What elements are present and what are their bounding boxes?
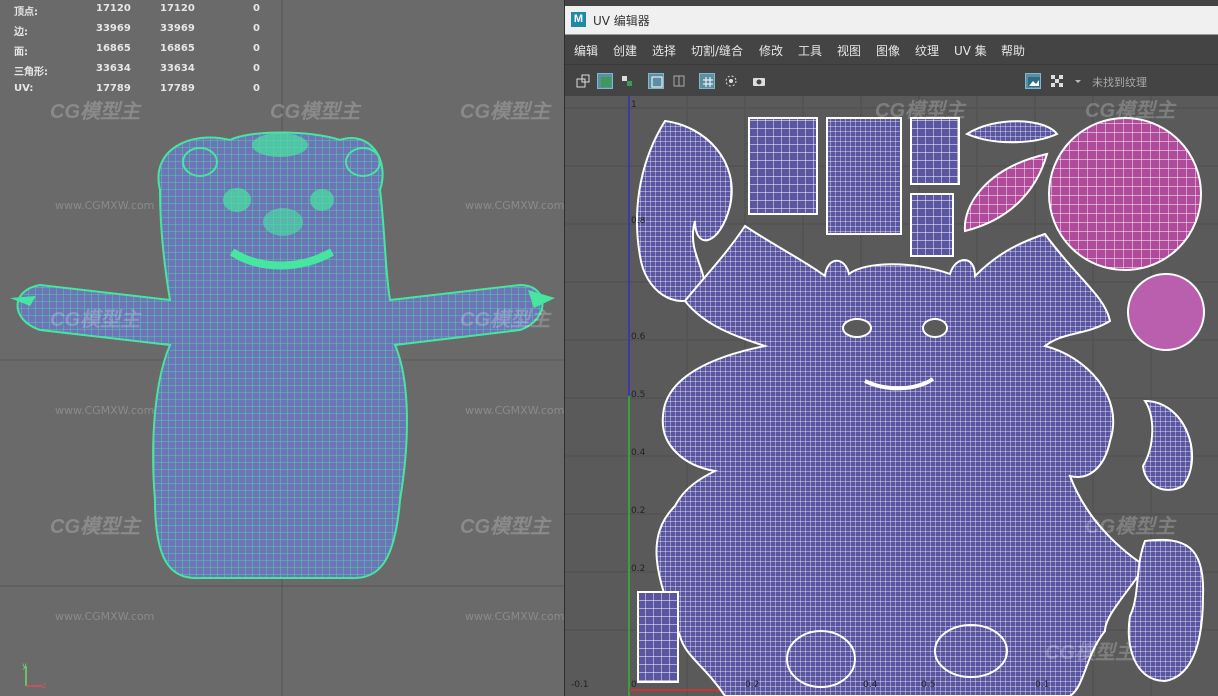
menu-edit[interactable]: 编辑 [574,42,598,59]
svg-text:z: z [42,681,46,690]
watermark-url: www.CGMXW.com [55,404,155,417]
menu-create[interactable]: 创建 [613,42,637,59]
watermark: CG模型主 [50,516,140,538]
ruler-v-label: 0.5 [631,390,646,400]
watermark: CG模型主 [460,101,550,123]
uv-canvas[interactable]: 1 0.8 0.6 0.5 0.4 0.2 0.2 -0.1 0 0.2 0.4… [565,96,1218,696]
maya-logo-icon: M [571,12,586,27]
ruler-v-label: 0.2 [631,564,646,574]
uv-shell-paw[interactable] [1141,399,1193,491]
ruler-v-label: 0.8 [631,216,646,226]
menu-bar: 编辑 创建 选择 切割/缝合 修改 工具 视图 图像 纹理 UV 集 帮助 [565,35,1218,63]
menu-uv-sets[interactable]: UV 集 [954,42,987,59]
uv-shell-sole[interactable] [934,624,1008,678]
uv-shell-circle[interactable] [1048,117,1202,271]
uv-distortion-icon[interactable] [597,73,613,89]
menu-modify[interactable]: 修改 [759,42,783,59]
pixel-snap-icon[interactable] [699,73,715,89]
uv-layout[interactable] [565,96,1218,696]
uv-shell-rect[interactable] [826,117,902,235]
texture-status-text: 未找到纹理 [1092,76,1147,89]
menu-textures[interactable]: 纹理 [915,42,939,59]
watermark: CG模型主 [460,516,550,538]
ruler-u-label: 0.4 [863,680,878,690]
uv-hole-eye [922,318,948,338]
window-title-bar[interactable]: M UV 编辑器 [565,6,1218,35]
watermark: CG模型主 [460,309,550,331]
uv-shells[interactable] [636,117,1205,696]
menu-help[interactable]: 帮助 [1001,42,1025,59]
ruler-u-label: 0.1 [1035,680,1050,690]
watermark: CG模型主 [1085,516,1175,538]
watermark: CG模型主 [875,100,965,122]
grid-toggle-icon[interactable] [671,73,687,89]
watermark: CG模型主 [1045,642,1135,664]
uv-shell-rect[interactable] [910,117,960,185]
ruler-u-label: 0.2 [745,680,760,690]
watermark-url: www.CGMXW.com [55,199,155,212]
menu-image[interactable]: 图像 [876,42,900,59]
image-display-icon[interactable] [1025,73,1041,89]
menu-select[interactable]: 选择 [652,42,676,59]
uv-hole-eye [842,318,872,338]
checker-shading-icon[interactable] [619,73,635,89]
menu-tools[interactable]: 工具 [798,42,822,59]
texture-borders-icon[interactable] [648,73,664,89]
watermark-url: www.CGMXW.com [465,610,564,623]
uv-toolbar: 未找到纹理 [565,64,1218,97]
uv-shell-sliver[interactable] [964,120,1059,144]
uv-shell-rect[interactable] [910,193,954,257]
isolate-select-icon[interactable] [723,73,739,89]
axis-gizmo-icon: y z [22,661,46,690]
ruler-u-label: -0.1 [571,680,589,690]
uv-editor-window: M UV 编辑器 编辑 创建 选择 切割/缝合 修改 工具 视图 图像 纹理 U… [564,0,1218,696]
uv-shell-rect[interactable] [748,117,818,215]
uv-shell-rect[interactable] [637,591,679,683]
window-title: UV 编辑器 [593,14,650,28]
3d-viewport[interactable]: 顶点: 17120 17120 0 边: 33969 33969 0 面: 16… [0,0,564,696]
uv-shell-circle-small[interactable] [1127,273,1205,351]
watermark: CG模型主 [50,309,140,331]
watermark-url: www.CGMXW.com [465,404,564,417]
ruler-v-label: 0.4 [631,448,646,458]
watermark: CG模型主 [270,101,360,123]
snapshot-camera-icon[interactable] [751,73,767,89]
uv-shell-foot[interactable] [1127,538,1205,683]
watermark: CG模型主 [50,101,140,123]
uv-shell-sole[interactable] [786,630,856,688]
watermark-url: www.CGMXW.com [465,199,564,212]
svg-text:y: y [22,661,27,670]
uv-shell-icon[interactable] [575,73,591,89]
checker-map-icon[interactable] [1049,73,1065,89]
ruler-u-label: 0 [631,680,637,690]
menu-cut-sew[interactable]: 切割/缝合 [691,42,743,59]
ruler-v-label: 0.6 [631,332,646,342]
watermark-url: www.CGMXW.com [55,610,155,623]
ruler-u-label: 0.5 [921,680,936,690]
dropdown-arrow-icon[interactable] [1070,73,1086,89]
watermark: CG模型主 [1085,100,1175,122]
ruler-v-label: 0.2 [631,506,646,516]
uv-shell-body[interactable] [655,224,1147,696]
ruler-v-label: 1 [631,100,637,110]
menu-view[interactable]: 视图 [837,42,861,59]
